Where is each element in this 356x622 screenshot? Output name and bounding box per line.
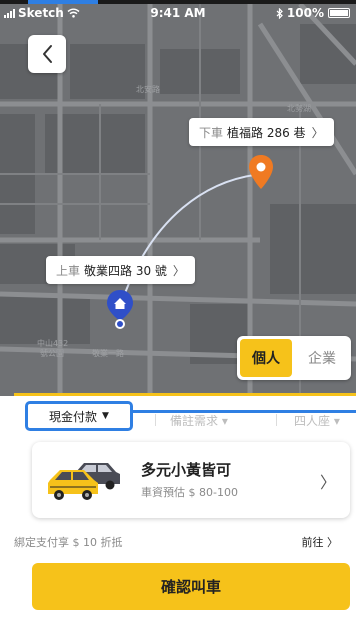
booking-sheet: 備註需求 ▾ 四人座 ▾ 現金付款 ▼ 多元小黃皆可 車資預估 $ 80-100… [14, 393, 356, 622]
street-label-zhongshan: 中山432 [37, 338, 68, 348]
vehicle-title: 多元小黃皆可 [141, 461, 232, 479]
mode-business[interactable]: 企業 [296, 339, 348, 377]
street-label-beian: 北安路 [136, 84, 160, 94]
status-bar: Sketch 9:41 AM 100% [0, 4, 356, 24]
battery-icon [328, 8, 350, 18]
caret-down-icon: ▼ [102, 411, 109, 421]
pickup-pin-icon [107, 290, 133, 329]
note-dropdown-label: 備註需求 ▾ [170, 414, 228, 426]
confirm-ride-button[interactable]: 確認叫車 [32, 563, 350, 610]
back-chevron-icon [43, 45, 52, 63]
pickup-location-pill[interactable]: 上車 敬業四路 30 號 〉 [46, 256, 195, 284]
dropoff-chevron-icon: 〉 [311, 125, 324, 140]
bluetooth-icon [276, 7, 283, 19]
pickup-chevron-icon: 〉 [172, 263, 185, 278]
payment-label: 現金付款 [49, 409, 98, 424]
dropoff-label: 下車 [199, 125, 224, 140]
options-divider [155, 414, 156, 426]
pickup-label: 上車 [56, 263, 81, 278]
promo-text: 綁定支付享 $ 10 折抵 [14, 536, 123, 549]
battery-percent: 100% [286, 6, 324, 20]
status-right: 100% [276, 6, 350, 20]
taxi-cars-icon [48, 463, 120, 500]
dropoff-pin-icon [249, 155, 273, 189]
street-label-park: 號公園 [40, 348, 64, 358]
fare-estimate: 車資預估 $ 80-100 [141, 486, 238, 499]
options-divider [276, 414, 277, 426]
promo-row: 綁定支付享 $ 10 折抵 前往 〉 [14, 534, 356, 550]
street-label-beishihu: 北勢湖 [287, 103, 311, 113]
mode-personal[interactable]: 個人 [240, 339, 292, 377]
back-button[interactable] [28, 35, 66, 73]
dropoff-address: 植福路 286 巷 [227, 125, 306, 140]
seat-dropdown-label: 四人座 ▾ [294, 414, 340, 426]
personal-business-toggle: 個人 企業 [237, 336, 351, 380]
options-row: 備註需求 ▾ 四人座 ▾ 現金付款 ▼ [14, 396, 356, 440]
payment-dropdown[interactable]: 現金付款 ▼ [25, 401, 133, 431]
dropoff-location-pill[interactable]: 下車 植福路 286 巷 〉 [189, 118, 334, 146]
note-dropdown[interactable]: 備註需求 ▾ [170, 412, 250, 426]
vehicle-option-card[interactable]: 多元小黃皆可 車資預估 $ 80-100 〉 [32, 442, 350, 518]
pickup-address: 敬業四路 30 號 [84, 263, 167, 278]
promo-link[interactable]: 前往 〉 [302, 534, 339, 550]
street-label-jingye1: 敬業一路 [92, 348, 124, 358]
vehicle-chevron-icon: 〉 [319, 473, 336, 492]
seat-dropdown[interactable]: 四人座 ▾ [294, 412, 356, 426]
